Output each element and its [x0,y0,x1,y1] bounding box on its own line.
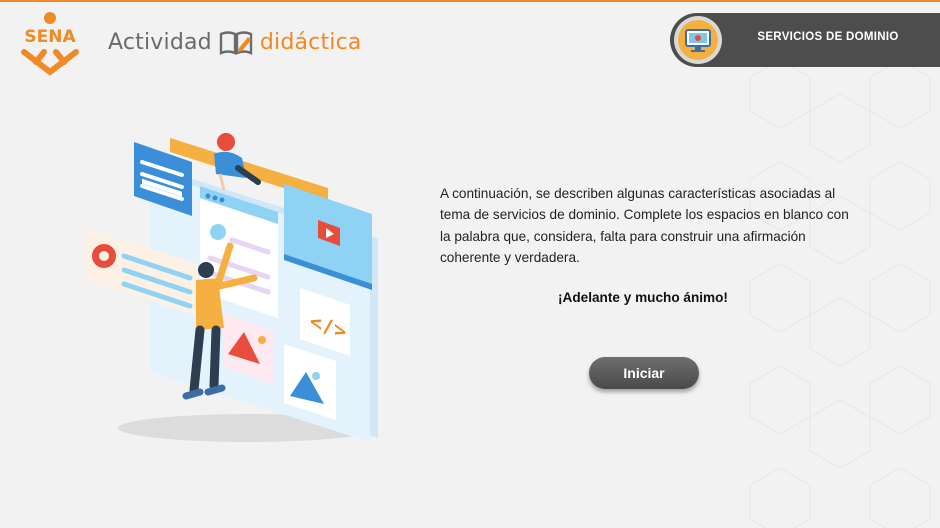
web-design-illustration: </> [86,133,378,442]
brand-word-didactica: didáctica [259,29,362,55]
module-icon-badge [674,16,722,64]
encouragement-text: ¡Adelante y mucho ánimo! [558,290,728,305]
sena-logo[interactable]: SENA [14,10,86,76]
intro-paragraph: A continuación, se describen algunas car… [440,186,849,266]
activity-brand: Actividad didáctica [108,28,362,56]
book-pencil-icon [219,31,253,55]
module-title: SERVICIOS DE DOMINIO [757,31,899,43]
start-button[interactable]: Iniciar [589,357,699,389]
top-accent-line [0,0,940,2]
svg-text:SENA: SENA [24,27,76,47]
brand-word-actividad: Actividad [108,29,212,55]
computer-monitor-icon [685,29,711,52]
